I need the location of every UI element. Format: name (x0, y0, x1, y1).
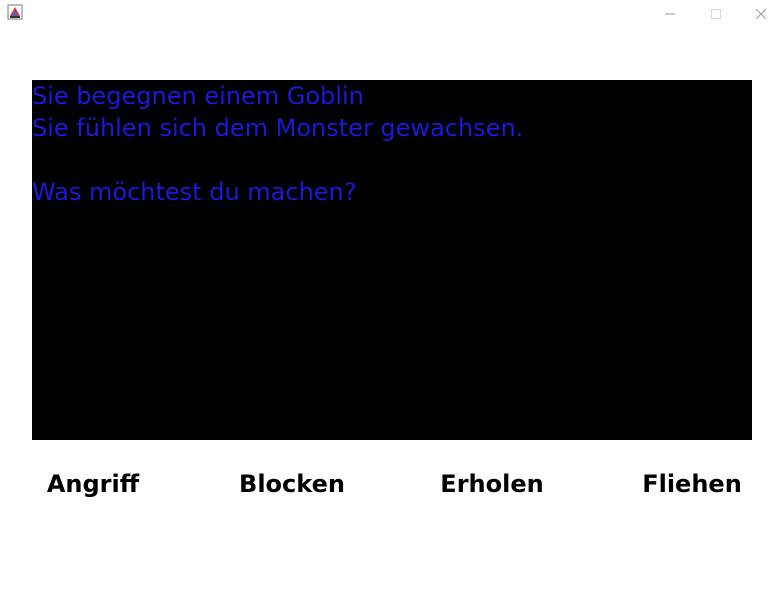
console-line: Was möchtest du machen? (32, 178, 357, 206)
maximize-icon (711, 4, 721, 23)
title-bar (0, 0, 782, 26)
console-line: Sie begegnen einem Goblin (32, 82, 364, 110)
game-text-area: Sie begegnen einem Goblin Sie fühlen sic… (32, 80, 752, 440)
close-button[interactable] (739, 0, 782, 26)
maximize-button[interactable] (693, 0, 739, 26)
block-button[interactable]: Blocken (212, 462, 372, 506)
console-line: Sie fühlen sich dem Monster gewachsen. (32, 114, 524, 142)
minimize-icon (665, 4, 675, 23)
minimize-button[interactable] (647, 0, 693, 26)
action-bar: Angriff Blocken Erholen Fliehen (13, 462, 772, 506)
recover-button[interactable]: Erholen (412, 462, 572, 506)
attack-button[interactable]: Angriff (13, 462, 173, 506)
close-icon (755, 4, 766, 23)
java-app-icon[interactable] (7, 4, 23, 20)
flee-button[interactable]: Fliehen (612, 462, 772, 506)
